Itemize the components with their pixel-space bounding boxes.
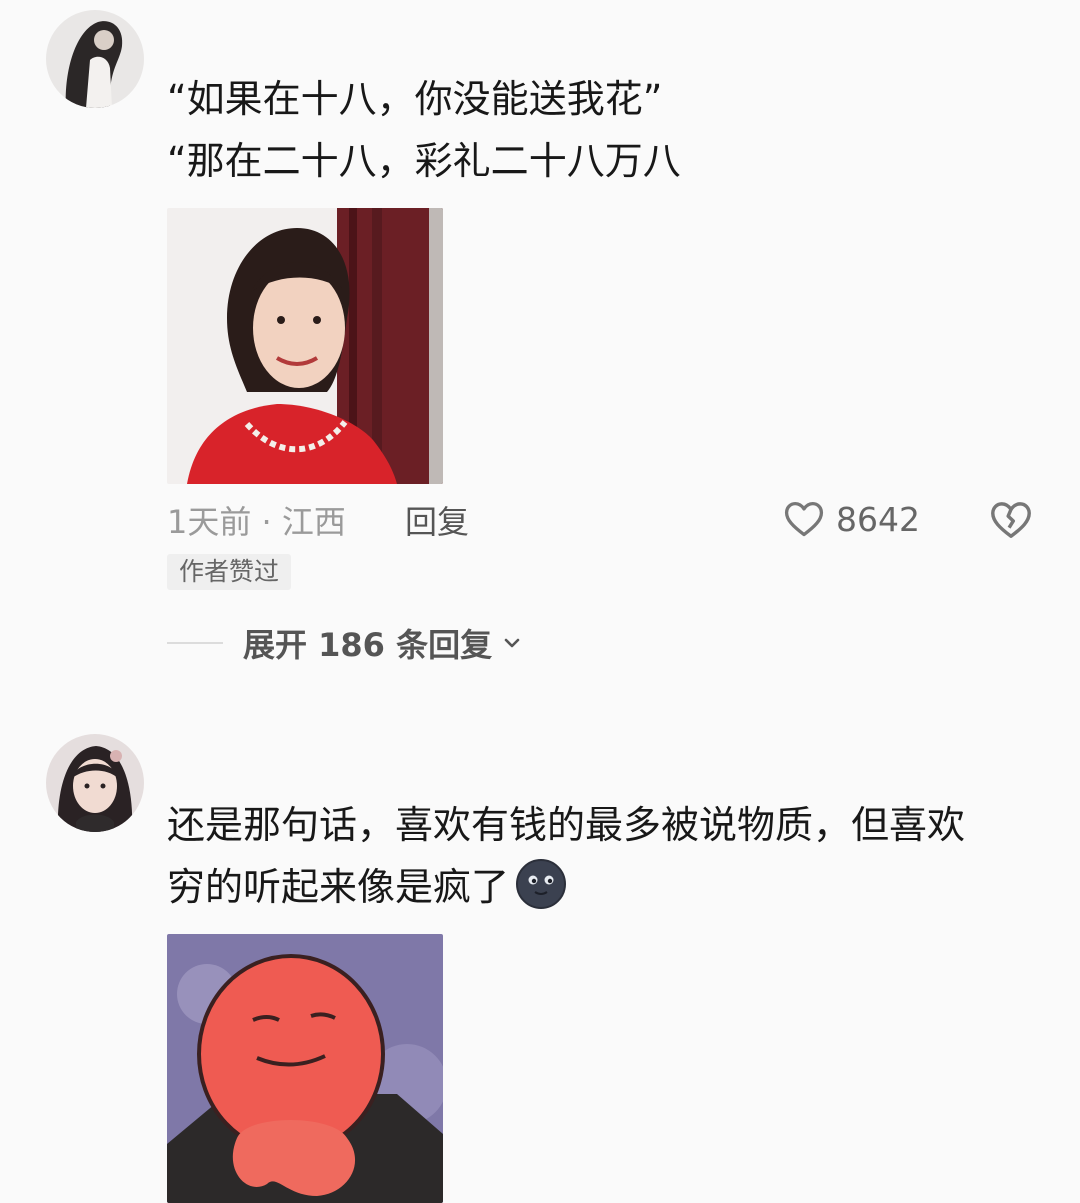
avatar[interactable] [46,10,144,108]
expand-replies-button[interactable]: 展开 186 条回复 [167,620,524,666]
broken-heart-icon [991,502,1031,539]
comment-text: “如果在十八，你没能送我花” “那在二十八，彩礼二十八万八 [167,68,1047,192]
heart-outline-icon [784,501,824,537]
expand-replies-label: 展开 186 条回复 [243,626,493,664]
comment-text: 还是那句话，喜欢有钱的最多被说物质，但喜欢 穷的听起来像是疯了 [167,794,1047,918]
comment-meta: 1天前 · 江西 [167,503,346,541]
comment-line: 还是那句话，喜欢有钱的最多被说物质，但喜欢 [167,803,966,847]
dark-moon-face-emoji [516,859,567,909]
comment-line: “那在二十八，彩礼二十八万八 [167,139,681,183]
comment-image[interactable] [167,208,443,484]
comment-line: 穷的听起来像是疯了 [167,856,1047,918]
author-liked-badge: 作者赞过 [167,554,292,590]
avatar[interactable] [46,734,144,832]
like-button[interactable]: 8642 [782,497,920,541]
dislike-button[interactable] [988,497,1034,547]
comment-line: “如果在十八，你没能送我花” [167,77,663,121]
comment-line-text: 穷的听起来像是疯了 [167,865,510,909]
comment-image[interactable] [167,934,443,1203]
chevron-down-icon [504,638,520,648]
reply-button[interactable]: 回复 [405,497,469,543]
divider [167,642,223,644]
like-count: 8642 [836,499,920,539]
